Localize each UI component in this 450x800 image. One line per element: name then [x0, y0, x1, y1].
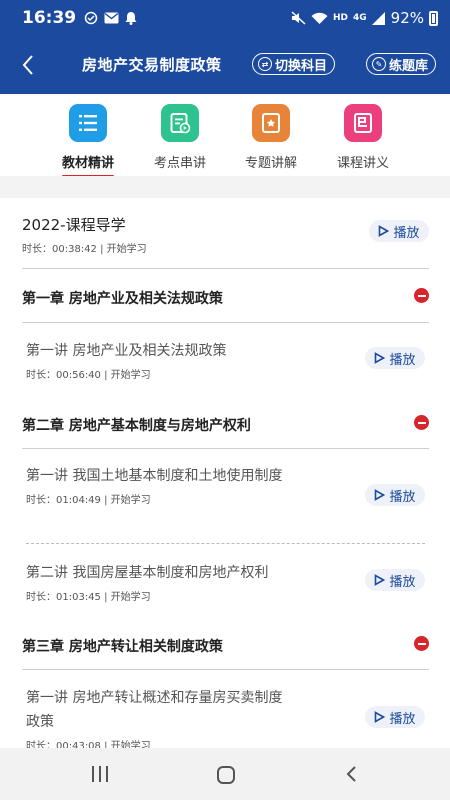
divider	[22, 669, 429, 670]
course-meta: 时长：00:38:42 | 开始学习	[22, 244, 147, 255]
chapter-title: 第一章 房地产业及相关法规政策	[22, 291, 223, 307]
lecture-title: 第二讲 我国房屋基本制度和房地产权利	[26, 565, 269, 581]
section-divider	[0, 176, 450, 198]
app-header: 房地产交易制度政策 ⇄ 切换科目 ✎ 练题库	[0, 36, 450, 94]
lecture-title: 第一讲 房地产业及相关法规政策	[26, 343, 227, 359]
tab-topics[interactable]: 专题讲解	[226, 104, 316, 171]
switch-subject-label: 切换科目	[275, 58, 328, 74]
textbook-icon	[69, 104, 107, 142]
play-label: 播放	[389, 489, 416, 505]
chapter-header[interactable]: 第一章 房地产业及相关法规政策	[22, 288, 429, 308]
system-navigation-bar	[0, 748, 450, 800]
list-item[interactable]: 第二讲 我国房屋基本制度和房地产权利 时长：01:03:45 | 开始学习 播放	[26, 561, 425, 603]
system-back-button[interactable]	[342, 764, 362, 784]
status-time: 16:39	[22, 8, 77, 28]
status-bar: 16:39 HD 4G 92%	[0, 0, 450, 36]
lecture-meta: 时长：00:56:40 | 开始学习	[26, 370, 151, 381]
battery-icon	[429, 10, 438, 26]
tab-label: 课程讲义	[336, 156, 389, 171]
course-list: 2022-课程导学 时长：00:38:42 | 开始学习 播放 第一章 房地产业…	[0, 198, 450, 748]
mute-icon	[291, 11, 306, 25]
home-icon	[217, 766, 235, 784]
play-icon	[375, 352, 386, 364]
play-button[interactable]: 播放	[365, 347, 425, 369]
lecture-title: 第一讲 我国土地基本制度和土地使用制度	[26, 468, 283, 484]
play-label: 播放	[389, 711, 416, 727]
tab-textbook[interactable]: 教材精讲	[43, 104, 133, 178]
category-tabs: 教材精讲 考点串讲 专题讲解 课程讲义	[0, 94, 450, 178]
tab-label: 教材精讲	[61, 156, 114, 171]
chevron-left-icon	[22, 55, 33, 75]
play-icon	[375, 489, 386, 501]
bell-icon	[125, 12, 137, 25]
play-label: 播放	[389, 352, 416, 368]
tab-key-points[interactable]: 考点串讲	[135, 104, 225, 171]
wifi-icon	[311, 12, 328, 24]
collapse-icon[interactable]	[414, 415, 429, 430]
question-bank-label: 练题库	[389, 58, 429, 74]
tab-label: 考点串讲	[153, 156, 206, 171]
recent-apps-button[interactable]	[88, 764, 112, 784]
topic-book-icon	[252, 104, 290, 142]
status-notification-icons	[84, 11, 137, 25]
play-button[interactable]: 播放	[365, 569, 425, 591]
play-icon	[379, 225, 390, 237]
chapter-title: 第三章 房地产转让相关制度政策	[22, 639, 223, 655]
divider	[22, 448, 429, 449]
list-item-intro[interactable]: 2022-课程导学 时长：00:38:42 | 开始学习 播放	[22, 214, 429, 255]
signal-icon	[371, 11, 385, 25]
signal-type-label: 4G	[353, 12, 367, 23]
course-title: 2022-课程导学	[22, 216, 126, 234]
lecture-title: 第一讲 房地产转让概述和存量房买卖制度政策	[26, 690, 283, 730]
list-item[interactable]: 第一讲 房地产转让概述和存量房买卖制度政策 时长：00:43:08 | 开始学习…	[26, 686, 425, 748]
pencil-icon: ✎	[372, 57, 386, 71]
recent-apps-icon	[92, 766, 108, 782]
network-type-label: HD	[332, 12, 348, 23]
lecture-meta: 时长：01:03:45 | 开始学习	[26, 592, 151, 603]
app-notification-icon	[84, 11, 98, 25]
collapse-icon[interactable]	[414, 636, 429, 651]
list-item[interactable]: 第一讲 房地产业及相关法规政策 时长：00:56:40 | 开始学习 播放	[26, 339, 425, 381]
play-button[interactable]: 播放	[369, 220, 429, 242]
play-icon	[375, 711, 386, 723]
play-button[interactable]: 播放	[365, 706, 425, 728]
home-button[interactable]	[215, 764, 237, 786]
collapse-icon[interactable]	[414, 288, 429, 303]
switch-subject-button[interactable]: ⇄ 切换科目	[252, 53, 336, 75]
play-label: 播放	[393, 225, 420, 241]
handout-icon	[344, 104, 382, 142]
chapter-header[interactable]: 第二章 房地产基本制度与房地产权利	[22, 415, 429, 435]
divider	[26, 543, 425, 544]
divider	[22, 322, 429, 323]
chapter-title: 第二章 房地产基本制度与房地产权利	[22, 418, 251, 434]
chapter-header[interactable]: 第三章 房地产转让相关制度政策	[22, 636, 429, 656]
battery-percent: 92%	[390, 9, 424, 27]
play-button[interactable]: 播放	[365, 484, 425, 506]
video-list-icon	[161, 104, 199, 142]
list-item[interactable]: 第一讲 我国土地基本制度和土地使用制度 时长：01:04:49 | 开始学习 播…	[26, 464, 425, 506]
play-icon	[375, 574, 386, 586]
lecture-meta: 时长：00:43:08 | 开始学习	[26, 741, 151, 748]
back-button[interactable]	[14, 50, 42, 80]
divider	[22, 268, 429, 269]
tab-label: 专题讲解	[244, 156, 297, 171]
play-label: 播放	[389, 574, 416, 590]
tab-handouts[interactable]: 课程讲义	[318, 104, 408, 171]
page-title: 房地产交易制度政策	[82, 56, 222, 74]
switch-icon: ⇄	[258, 57, 272, 71]
mail-icon	[104, 12, 119, 24]
back-icon	[346, 766, 356, 782]
question-bank-button[interactable]: ✎ 练题库	[366, 53, 437, 75]
